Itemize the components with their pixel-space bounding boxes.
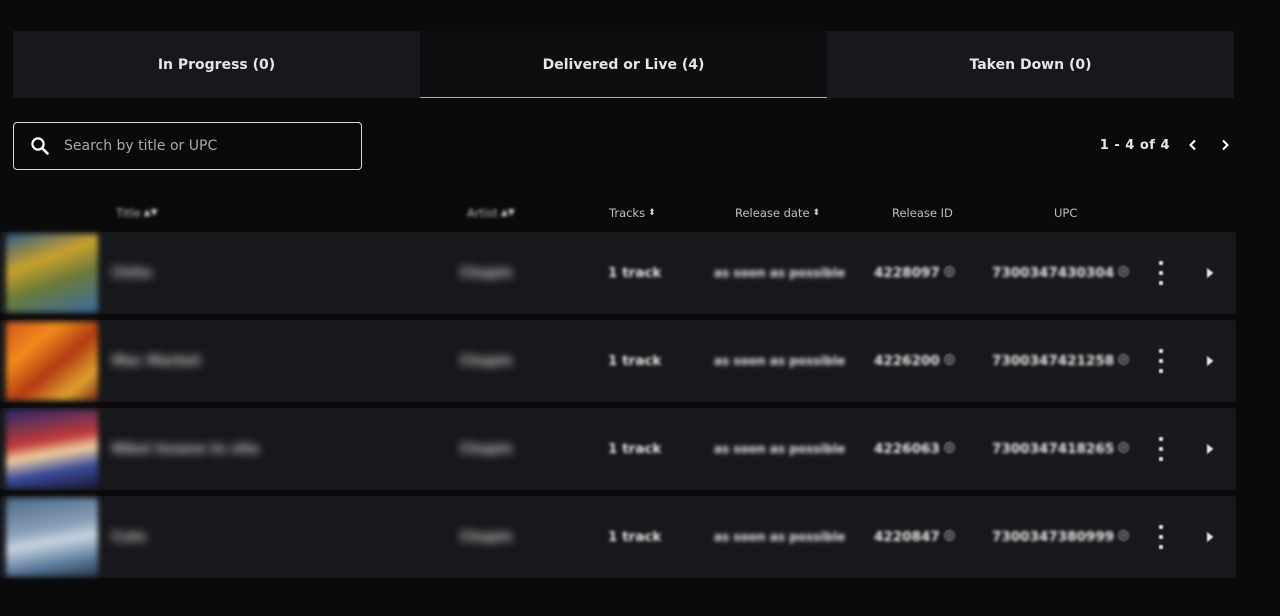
column-tracks-label: Tracks: [609, 206, 646, 220]
table-row[interactable]: Cuts Chapin 1 track as soon as possible …: [0, 496, 1236, 578]
previous-page-button[interactable]: [1184, 134, 1202, 156]
release-artwork: [6, 498, 98, 576]
copy-icon[interactable]: [944, 441, 955, 457]
column-tracks[interactable]: Tracks ⬍: [609, 206, 656, 220]
more-options-icon[interactable]: [1154, 437, 1168, 461]
table-header: Title ▲▼ Artist ▲▼ Tracks ⬍ Release date ⬍ R…: [0, 204, 1280, 222]
column-release-id-label: Release ID: [892, 206, 953, 220]
sort-icon: ⬍: [648, 207, 656, 218]
release-id: 4220847: [874, 529, 940, 545]
release-upc: 7300347421258: [992, 353, 1115, 369]
chevron-right-icon: [1222, 139, 1229, 151]
chevron-right-icon[interactable]: [1200, 527, 1220, 547]
release-id-cell: 4228097: [874, 232, 955, 314]
upc-cell: 7300347380999: [992, 496, 1129, 578]
chevron-right-icon[interactable]: [1200, 439, 1220, 459]
release-artist: Chapin: [460, 529, 513, 545]
release-tracks: 1 track: [608, 441, 662, 457]
upc-cell: 7300347421258: [992, 320, 1129, 402]
more-options-icon[interactable]: [1154, 261, 1168, 285]
release-artwork: [6, 322, 98, 400]
tab-in-progress[interactable]: In Progress (0): [13, 31, 420, 98]
copy-icon[interactable]: [944, 265, 955, 281]
table-row[interactable]: Nikol Insane to site Chapin 1 track as s…: [0, 408, 1236, 490]
release-title: Mac Market: [112, 353, 201, 369]
release-tracks: 1 track: [608, 265, 662, 281]
release-date: as soon as possible: [714, 530, 846, 544]
release-upc: 7300347430304: [992, 265, 1115, 281]
release-upc: 7300347418265: [992, 441, 1115, 457]
column-title[interactable]: Title ▲▼: [116, 206, 158, 220]
chevron-right-icon[interactable]: [1200, 263, 1220, 283]
release-date: as soon as possible: [714, 266, 846, 280]
column-release-date-label: Release date: [735, 206, 810, 220]
column-release-date[interactable]: Release date ⬍: [735, 206, 820, 220]
copy-icon[interactable]: [1118, 265, 1129, 281]
search-input[interactable]: [64, 138, 344, 154]
column-release-id: Release ID: [892, 206, 953, 220]
upc-cell: 7300347418265: [992, 408, 1129, 490]
release-tracks: 1 track: [608, 529, 662, 545]
column-upc: UPC: [1054, 206, 1077, 220]
table-row[interactable]: Mac Market Chapin 1 track as soon as pos…: [0, 320, 1236, 402]
release-artwork: [6, 410, 98, 488]
column-artist[interactable]: Artist ▲▼: [467, 206, 515, 220]
release-id-cell: 4226063: [874, 408, 955, 490]
table-row[interactable]: Chito Chapin 1 track as soon as possible…: [0, 232, 1236, 314]
release-date: as soon as possible: [714, 442, 846, 456]
tab-delivered-or-live[interactable]: Delivered or Live (4): [420, 31, 827, 98]
search-box[interactable]: [13, 122, 362, 170]
release-id-cell: 4220847: [874, 496, 955, 578]
more-options-icon[interactable]: [1154, 525, 1168, 549]
release-upc: 7300347380999: [992, 529, 1115, 545]
column-title-label: Title: [116, 206, 141, 220]
release-id: 4226200: [874, 353, 940, 369]
release-title: Cuts: [112, 529, 147, 545]
chevron-right-icon[interactable]: [1200, 351, 1220, 371]
column-upc-label: UPC: [1054, 206, 1078, 220]
column-artist-label: Artist: [467, 206, 498, 220]
pagination-range: 1 - 4 of 4: [1099, 137, 1170, 153]
copy-icon[interactable]: [1118, 353, 1129, 369]
sort-icon: ▲▼: [143, 207, 158, 218]
chevron-left-icon: [1189, 139, 1196, 151]
next-page-button[interactable]: [1216, 134, 1234, 156]
release-artist: Chapin: [460, 441, 513, 457]
release-artist: Chapin: [460, 353, 513, 369]
release-title: Nikol Insane to site: [112, 441, 260, 457]
copy-icon[interactable]: [1118, 441, 1129, 457]
release-date: as soon as possible: [714, 354, 846, 368]
release-id: 4226063: [874, 441, 940, 457]
sort-icon: ▲▼: [500, 207, 515, 218]
release-title: Chito: [112, 265, 152, 281]
copy-icon[interactable]: [1118, 529, 1129, 545]
pagination: 1 - 4 of 4: [1100, 134, 1234, 156]
copy-icon[interactable]: [944, 353, 955, 369]
release-artwork: [6, 234, 98, 312]
sort-icon: ⬍: [812, 207, 821, 218]
release-tracks: 1 track: [608, 353, 662, 369]
tab-taken-down[interactable]: Taken Down (0): [827, 31, 1234, 98]
copy-icon[interactable]: [944, 529, 955, 545]
search-icon: [31, 137, 49, 155]
more-options-icon[interactable]: [1154, 349, 1168, 373]
release-artist: Chapin: [460, 265, 513, 281]
release-id: 4228097: [874, 265, 940, 281]
status-tabs: In Progress (0) Delivered or Live (4) Ta…: [13, 31, 1234, 98]
release-id-cell: 4226200: [874, 320, 955, 402]
upc-cell: 7300347430304: [992, 232, 1129, 314]
